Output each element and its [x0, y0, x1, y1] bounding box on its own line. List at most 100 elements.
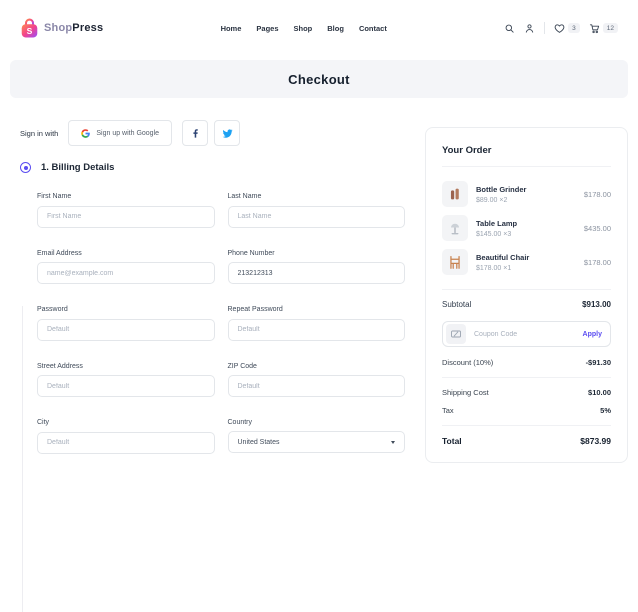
header: S ShopPress Home Pages Shop Blog Contact	[0, 0, 638, 56]
logo-text: ShopPress	[44, 22, 104, 34]
discount-value: -$91.30	[585, 358, 611, 367]
bottles-icon	[442, 181, 468, 207]
facebook-icon	[190, 128, 201, 139]
billing-step-title: 1. Billing Details	[41, 162, 115, 173]
cart-count-badge: 12	[602, 23, 618, 33]
order-item-price: $178.00 ×1	[476, 264, 512, 272]
nav-item-home[interactable]: Home	[221, 24, 242, 33]
ticket-icon	[446, 324, 466, 344]
country-field: Country United States	[227, 419, 405, 454]
discount-label: Discount (10%)	[442, 358, 494, 367]
order-item-name: Beautiful Chair	[476, 252, 530, 262]
first-name-input[interactable]	[37, 205, 215, 228]
order-item: Table Lamp $145.00 ×3 $435.00	[442, 211, 611, 245]
header-icons: 3 12	[504, 22, 618, 34]
main-nav: Home Pages Shop Blog Contact	[103, 24, 504, 33]
coupon-code-input[interactable]	[466, 330, 583, 338]
zip-code-label: ZIP Code	[227, 362, 257, 370]
tax-label: Tax	[442, 406, 454, 415]
form-row: First Name Last Name	[37, 193, 405, 228]
order-item-info: Table Lamp $145.00 ×3	[476, 219, 576, 238]
country-select[interactable]: United States	[227, 431, 405, 453]
subtotal-value: $913.00	[582, 300, 611, 309]
shipping-label: Shipping Cost	[442, 388, 489, 397]
tax-row: Tax 5%	[442, 406, 611, 415]
street-address-label: Street Address	[37, 362, 83, 370]
google-icon	[81, 128, 91, 138]
total-label: Total	[442, 436, 462, 446]
phone-input[interactable]	[227, 262, 405, 284]
email-field: Email Address	[37, 250, 215, 284]
order-item-price: $89.00 ×2	[476, 196, 508, 204]
form-row: City Country United States	[37, 419, 405, 454]
lamp-icon	[442, 215, 468, 241]
tax-value: 5%	[600, 406, 611, 415]
repeat-password-input[interactable]	[227, 318, 405, 341]
billing-step-radio[interactable]	[20, 162, 31, 173]
order-item: Beautiful Chair $178.00 ×1 $178.00	[442, 245, 611, 279]
nav-item-pages[interactable]: Pages	[256, 24, 278, 33]
order-item-total: $178.00	[583, 257, 611, 267]
wishlist-button[interactable]: 3	[554, 23, 580, 34]
email-input[interactable]	[37, 262, 215, 284]
heart-icon	[554, 23, 565, 34]
password-label: Password	[37, 306, 68, 313]
logo[interactable]: S ShopPress	[20, 18, 103, 39]
twitter-icon	[222, 128, 233, 139]
city-label: City	[37, 419, 50, 426]
total-value: $873.99	[580, 436, 611, 446]
main-content: Sign in with Sign up with Google 1. Bill…	[0, 120, 638, 612]
city-field: City	[37, 419, 215, 454]
repeat-password-label: Repeat Password	[227, 306, 283, 313]
last-name-input[interactable]	[227, 205, 405, 228]
phone-label: Phone Number	[227, 249, 275, 257]
cart-button[interactable]: 12	[589, 23, 618, 34]
user-icon[interactable]	[524, 23, 535, 34]
facebook-signin-button[interactable]	[182, 120, 209, 146]
twitter-signin-button[interactable]	[214, 120, 241, 146]
form-row: Street Address ZIP Code	[37, 362, 405, 397]
cart-icon	[589, 23, 600, 34]
shipping-row: Shipping Cost $10.00	[442, 388, 611, 397]
google-button-label: Sign up with Google	[96, 129, 160, 137]
zip-code-input[interactable]	[227, 375, 405, 397]
password-input[interactable]	[37, 318, 215, 341]
subtotal-label: Subtotal	[442, 300, 472, 309]
billing-form: First Name Last Name Email Address Phone…	[37, 193, 405, 454]
checkout-form-column: Sign in with Sign up with Google 1. Bill…	[20, 120, 405, 463]
order-summary-card: Your Order Bottle Grinder $89.00 ×2 $178…	[425, 127, 628, 463]
phone-field: Phone Number	[227, 249, 405, 284]
form-row: Email Address Phone Number	[37, 249, 405, 284]
nav-item-blog[interactable]: Blog	[327, 24, 344, 33]
form-row: Password Repeat Password	[37, 306, 405, 341]
order-item-price: $145.00 ×3	[476, 230, 512, 238]
search-icon[interactable]	[504, 23, 515, 34]
fees-section: Shipping Cost $10.00 Tax 5%	[442, 388, 611, 415]
google-signup-button[interactable]: Sign up with Google	[68, 120, 173, 146]
last-name-field: Last Name	[227, 193, 405, 228]
chair-icon	[442, 249, 468, 275]
shipping-value: $10.00	[588, 388, 611, 397]
first-name-field: First Name	[37, 193, 215, 228]
order-summary-title: Your Order	[442, 145, 492, 156]
order-item-name: Bottle Grinder	[476, 184, 527, 194]
order-item-info: Bottle Grinder $89.00 ×2	[476, 185, 576, 204]
subtotal-row: Subtotal $913.00	[442, 300, 611, 309]
divider	[442, 166, 611, 167]
city-input[interactable]	[37, 431, 215, 454]
apply-coupon-button[interactable]: Apply	[583, 331, 607, 338]
wishlist-count-badge: 3	[568, 23, 580, 33]
signin-label: Sign in with	[20, 128, 59, 138]
svg-text:S: S	[27, 25, 33, 35]
repeat-password-field: Repeat Password	[227, 306, 405, 341]
nav-item-contact[interactable]: Contact	[359, 24, 387, 33]
street-address-input[interactable]	[37, 375, 215, 397]
header-divider	[544, 22, 546, 34]
divider	[442, 377, 611, 378]
order-item-info: Beautiful Chair $178.00 ×1	[476, 253, 576, 272]
chevron-down-icon	[391, 440, 395, 444]
country-label: Country	[227, 419, 253, 426]
page-banner: Checkout	[10, 60, 628, 98]
password-field: Password	[37, 306, 215, 341]
nav-item-shop[interactable]: Shop	[294, 24, 313, 33]
